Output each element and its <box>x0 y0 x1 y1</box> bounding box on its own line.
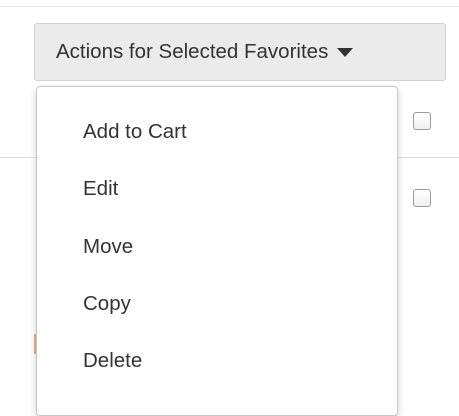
menu-item-copy[interactable]: Copy <box>37 284 397 324</box>
menu-item-delete[interactable]: Delete <box>37 341 397 381</box>
caret-down-icon <box>337 47 354 57</box>
top-divider <box>0 6 459 7</box>
menu-item-edit[interactable]: Edit <box>37 169 397 209</box>
row-checkbox[interactable] <box>413 189 431 207</box>
actions-for-selected-favorites-button[interactable]: Actions for Selected Favorites <box>34 23 446 81</box>
menu-item-move[interactable]: Move <box>37 227 397 267</box>
row-checkbox[interactable] <box>413 112 431 130</box>
menu-item-add-to-cart[interactable]: Add to Cart <box>37 112 397 152</box>
actions-dropdown-menu: Add to Cart Edit Move Copy Delete <box>36 86 398 416</box>
actions-button-label: Actions for Selected Favorites <box>56 40 329 63</box>
